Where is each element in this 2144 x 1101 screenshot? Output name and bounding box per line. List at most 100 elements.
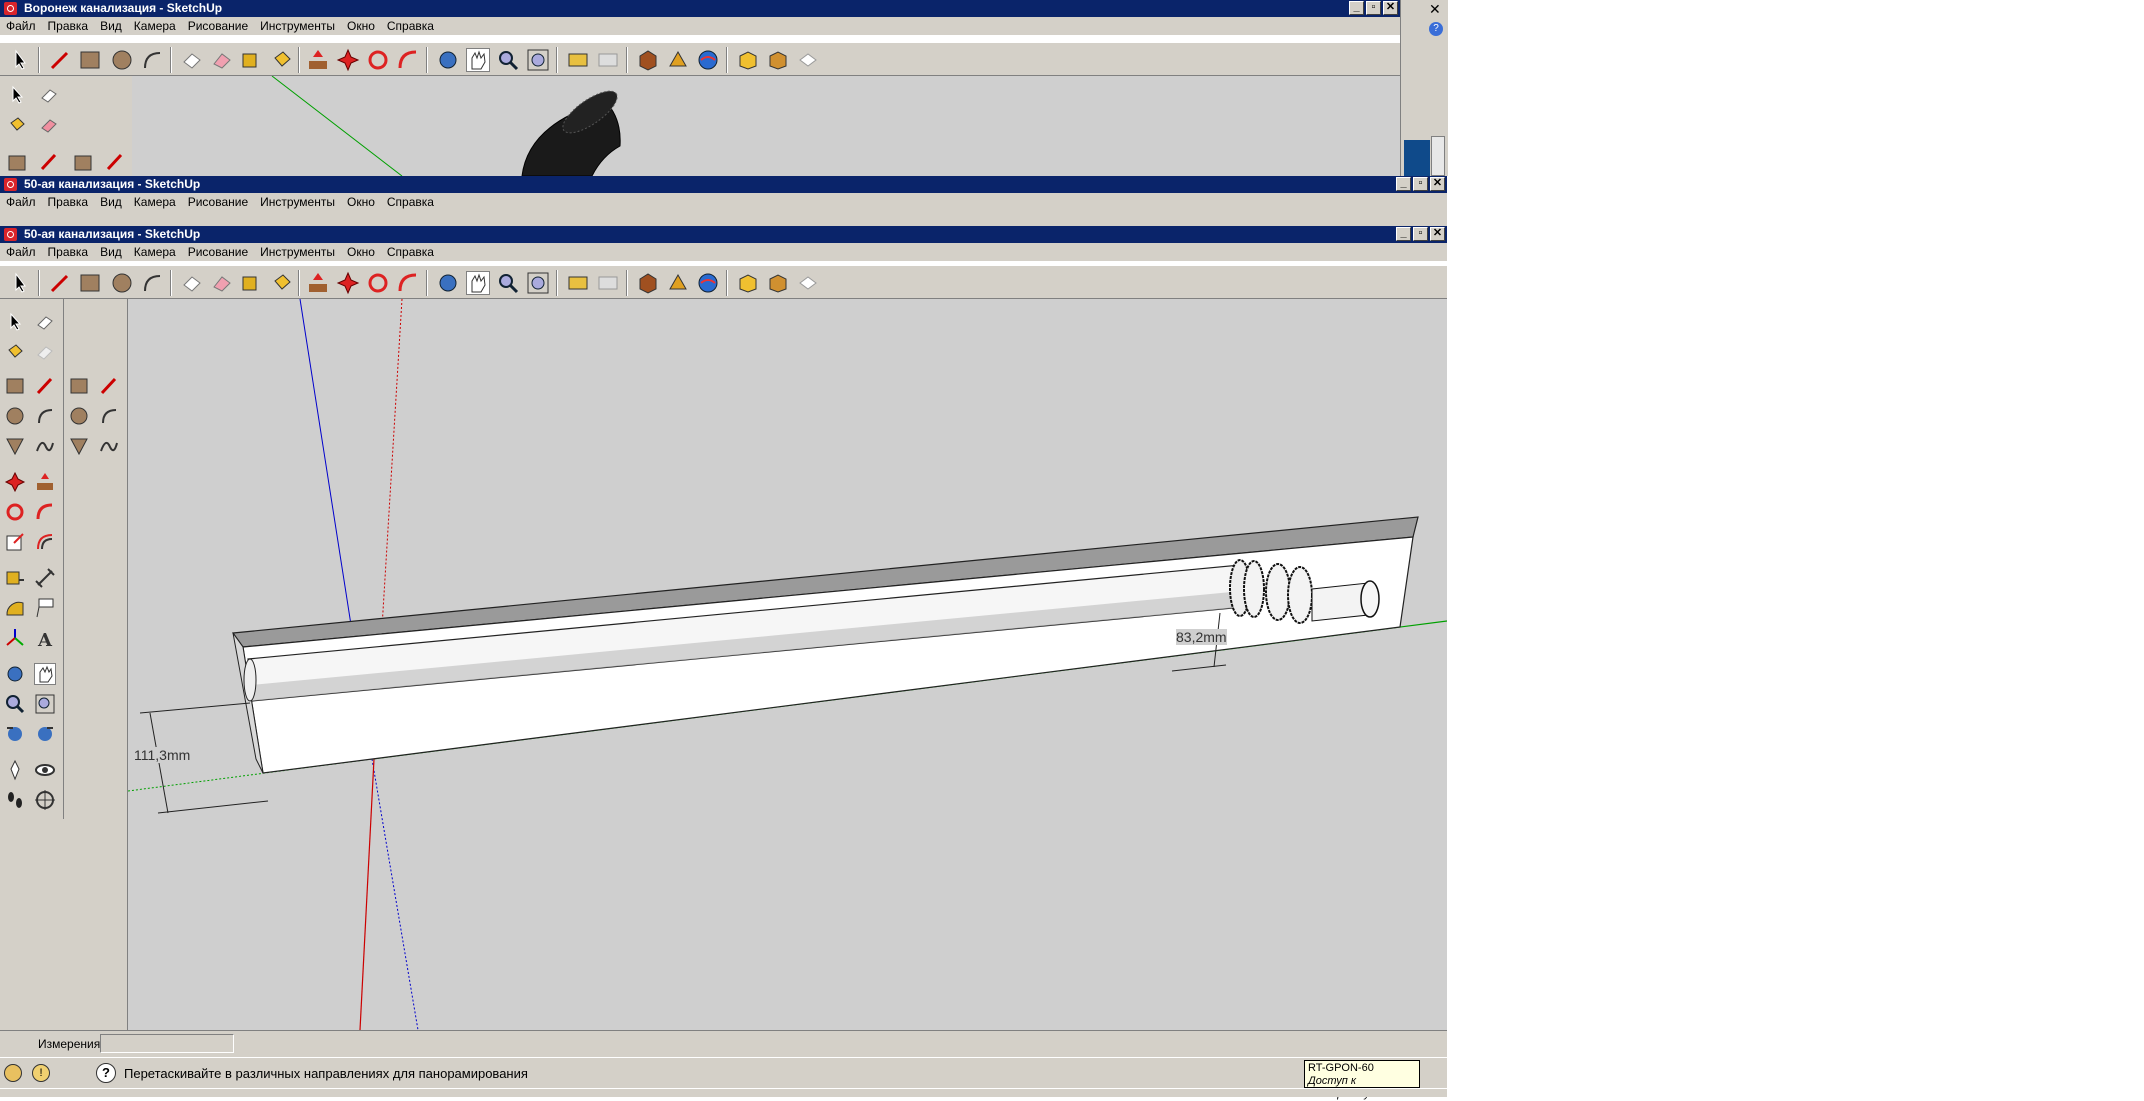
tape-measure-tool-icon[interactable] (240, 271, 264, 295)
polygon-tool-icon[interactable] (4, 435, 26, 457)
instructor-help-icon[interactable]: ? (96, 1063, 116, 1083)
menu-view[interactable]: Вид (94, 243, 128, 261)
move-tool-icon[interactable] (336, 271, 360, 295)
menu-window[interactable]: Окно (341, 193, 381, 211)
get-models-icon[interactable] (636, 271, 660, 295)
menu-help[interactable]: Справка (381, 17, 440, 35)
minimize-button[interactable]: _ (1349, 1, 1364, 15)
zoom-window-tool-icon[interactable] (34, 693, 56, 715)
eraser-tool-icon[interactable] (38, 84, 60, 106)
orbit-tool-icon[interactable] (4, 663, 26, 685)
rectangle-tool-icon[interactable] (6, 151, 28, 173)
eraser-tool-icon[interactable] (210, 271, 234, 295)
orbit-tool-icon[interactable] (436, 271, 460, 295)
menu-draw[interactable]: Рисование (182, 193, 254, 211)
close-button[interactable]: ✕ (1430, 227, 1445, 241)
menu-draw[interactable]: Рисование (182, 243, 254, 261)
menu-edit[interactable]: Правка (42, 243, 95, 261)
pan-tool-icon[interactable] (34, 663, 56, 685)
circle-tool-icon[interactable] (110, 48, 134, 72)
scale-tool-icon[interactable] (4, 531, 26, 553)
warehouse-icon[interactable] (766, 48, 790, 72)
text-tool-icon[interactable] (34, 597, 56, 619)
select-tool-icon[interactable] (8, 271, 32, 295)
pencil-tool-icon-2[interactable] (98, 375, 120, 397)
make-component-icon[interactable] (180, 48, 204, 72)
freehand-tool-icon-2[interactable] (98, 435, 120, 457)
window3-viewport[interactable]: 111,3mm 83,2mm (128, 299, 1447, 1030)
rotate-tool-icon[interactable] (366, 271, 390, 295)
rectangle-tool-icon[interactable] (78, 271, 102, 295)
tape-measure-tool-icon[interactable] (240, 48, 264, 72)
get-models-icon[interactable] (636, 48, 660, 72)
pencil-tool-icon[interactable] (34, 375, 56, 397)
pan-tool-icon[interactable] (466, 48, 490, 72)
menu-help[interactable]: Справка (381, 193, 440, 211)
eraser-tool-icon[interactable] (34, 311, 56, 333)
menu-window[interactable]: Окно (341, 17, 381, 35)
follow-me-tool-icon[interactable] (396, 48, 420, 72)
select-tool-icon[interactable] (4, 311, 26, 333)
pencil-tool-icon-2[interactable] (104, 151, 126, 173)
paint-bucket-tool-icon[interactable] (6, 114, 28, 136)
close-button[interactable]: ✕ (1383, 1, 1398, 15)
freehand-tool-icon[interactable] (34, 435, 56, 457)
menu-edit[interactable]: Правка (42, 193, 95, 211)
menu-file[interactable]: Файл (0, 17, 42, 35)
3d-text-tool-icon[interactable]: A (34, 627, 56, 651)
arc-tool-icon[interactable] (140, 48, 164, 72)
tape-measure-tool-icon[interactable] (4, 567, 26, 589)
dimension-label-right[interactable]: 83,2mm (1176, 629, 1227, 645)
menu-edit[interactable]: Правка (42, 17, 95, 35)
menu-draw[interactable]: Рисование (182, 17, 254, 35)
menu-camera[interactable]: Камера (128, 243, 182, 261)
close-button[interactable]: ✕ (1430, 177, 1445, 191)
look-around-icon[interactable] (34, 759, 56, 781)
menu-tools[interactable]: Инструменты (254, 17, 341, 35)
google-earth-icon[interactable] (696, 271, 720, 295)
previous-scene-icon[interactable] (566, 48, 590, 72)
menu-file[interactable]: Файл (0, 243, 42, 261)
menu-file[interactable]: Файл (0, 193, 42, 211)
warehouse-icon[interactable] (766, 271, 790, 295)
minimize-button[interactable]: _ (1396, 177, 1411, 191)
position-camera-icon[interactable] (4, 759, 26, 781)
pan-tool-icon[interactable] (466, 271, 490, 295)
rectangle-tool-icon-2[interactable] (68, 375, 90, 397)
measurements-input[interactable] (100, 1034, 234, 1053)
rectangle-tool-icon[interactable] (4, 375, 26, 397)
menu-window[interactable]: Окно (341, 243, 381, 261)
eraser-pink-tool-icon[interactable] (38, 114, 60, 136)
rectangle-tool-icon[interactable] (78, 48, 102, 72)
help-icon[interactable]: ? (1429, 22, 1443, 36)
menu-view[interactable]: Вид (94, 193, 128, 211)
pencil-tool-icon[interactable] (38, 151, 60, 173)
window1-titlebar[interactable]: Воронеж канализация - SketchUp _ ▫ ✕ (0, 0, 1400, 17)
geo-location-icon[interactable] (4, 1064, 22, 1082)
credits-icon[interactable]: ! (32, 1064, 50, 1082)
paint-bucket-tool-icon[interactable] (270, 48, 294, 72)
window3-titlebar[interactable]: 50-ая канализация - SketchUp _ ▫ ✕ (0, 226, 1447, 243)
minimize-button[interactable]: _ (1396, 227, 1411, 241)
make-component-icon[interactable] (180, 271, 204, 295)
next-scene-icon[interactable] (596, 271, 620, 295)
offset-tool-icon[interactable] (34, 531, 56, 553)
paint-bucket-tool-icon[interactable] (4, 341, 26, 363)
dimension-label-left[interactable]: 111,3mm (134, 747, 191, 763)
section-plane-icon[interactable] (34, 789, 56, 811)
extension-icon[interactable] (796, 48, 820, 72)
share-model-icon[interactable] (666, 271, 690, 295)
window2-titlebar[interactable]: 50-ая канализация - SketchUp _ ▫ ✕ (0, 176, 1447, 193)
arc-tool-icon[interactable] (140, 271, 164, 295)
previous-view-icon[interactable] (4, 723, 26, 745)
paint-bucket-tool-icon[interactable] (270, 271, 294, 295)
arc-tool-icon-2[interactable] (98, 405, 120, 427)
zoom-tool-icon[interactable] (496, 48, 520, 72)
extension-icon[interactable] (796, 271, 820, 295)
pencil-tool-icon[interactable] (48, 271, 72, 295)
next-scene-icon[interactable] (596, 48, 620, 72)
zoom-tool-icon[interactable] (4, 693, 26, 715)
menu-tools[interactable]: Инструменты (254, 193, 341, 211)
window1-viewport[interactable] (132, 76, 1400, 176)
zoom-tool-icon[interactable] (496, 271, 520, 295)
